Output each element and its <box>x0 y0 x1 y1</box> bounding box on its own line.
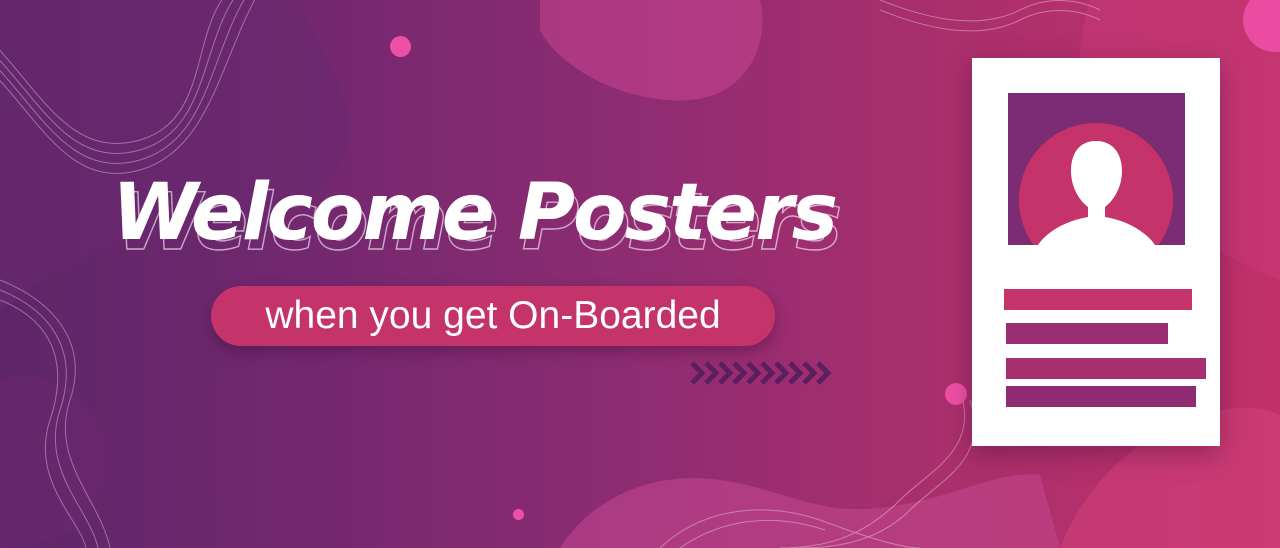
page-title: Welcome Posters <box>112 168 838 258</box>
chevron-right-arrows-icon <box>690 361 832 385</box>
poster-text-line-2 <box>1006 323 1168 344</box>
poster-photo <box>1008 93 1185 245</box>
poster-text-line-1 <box>1004 289 1192 310</box>
person-silhouette-icon <box>1019 123 1173 245</box>
poster-text-line-4 <box>1006 386 1196 407</box>
decor-dot-bottom <box>513 509 524 520</box>
decor-dot-right <box>945 383 967 405</box>
poster-text-line-3 <box>1006 358 1206 379</box>
poster-illustration <box>972 58 1220 446</box>
subtitle-badge: when you get On-Boarded <box>211 286 775 346</box>
decor-dot-top <box>390 36 411 57</box>
welcome-posters-banner: Welcome Posters Welcome Posters when you… <box>0 0 1280 548</box>
title-group: Welcome Posters Welcome Posters <box>112 168 932 278</box>
